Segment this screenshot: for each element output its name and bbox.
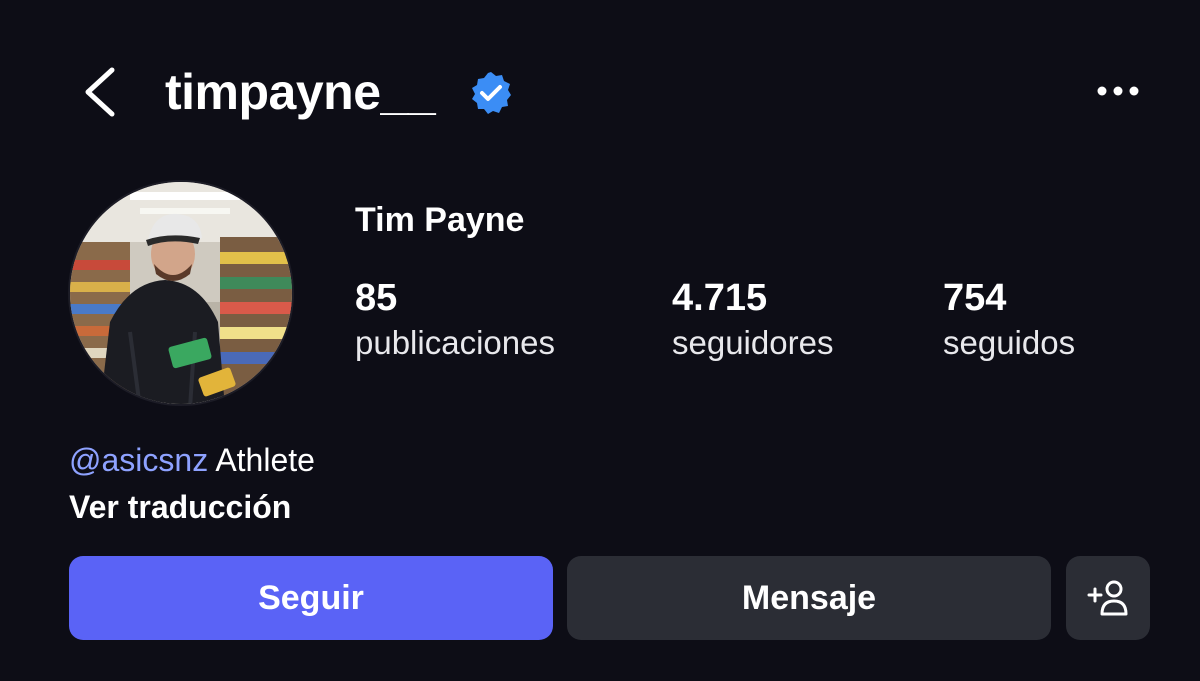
suggested-accounts-button[interactable] <box>1066 556 1150 640</box>
follow-button-label: Seguir <box>258 578 364 617</box>
bio-mention-link[interactable]: @asicsnz <box>69 442 208 478</box>
more-options-button[interactable] <box>1090 76 1146 106</box>
add-person-icon <box>1087 580 1128 616</box>
followers-label: seguidores <box>672 324 834 361</box>
profile-username: timpayne__ <box>165 64 436 120</box>
message-button[interactable]: Mensaje <box>567 556 1051 640</box>
back-button[interactable] <box>78 62 122 122</box>
profile-screen: timpayne__ Tim Payne 85 publicaciones 4.… <box>0 0 1200 681</box>
following-count: 754 <box>943 277 1007 319</box>
posts-count: 85 <box>355 277 398 319</box>
posts-label: publicaciones <box>355 324 555 361</box>
verified-badge-icon <box>472 72 511 114</box>
follow-button[interactable]: Seguir <box>69 556 553 640</box>
posts-stat[interactable]: 85 publicaciones <box>355 276 555 366</box>
following-stat[interactable]: 754 seguidos <box>943 276 1075 366</box>
bio-text: Athlete <box>208 442 315 478</box>
following-label: seguidos <box>943 324 1076 361</box>
message-button-label: Mensaje <box>741 578 877 617</box>
display-name: Tim Payne <box>355 201 525 239</box>
see-translation-link[interactable]: Ver traducción <box>69 487 291 527</box>
followers-stat[interactable]: 4.715 seguidores <box>672 276 833 366</box>
chevron-left-icon <box>85 67 115 117</box>
more-horizontal-icon <box>1097 86 1139 96</box>
followers-count: 4.715 <box>672 277 768 319</box>
avatar-photo <box>70 182 292 404</box>
bio: @asicsnz Athlete <box>69 440 315 480</box>
avatar[interactable] <box>68 180 294 406</box>
